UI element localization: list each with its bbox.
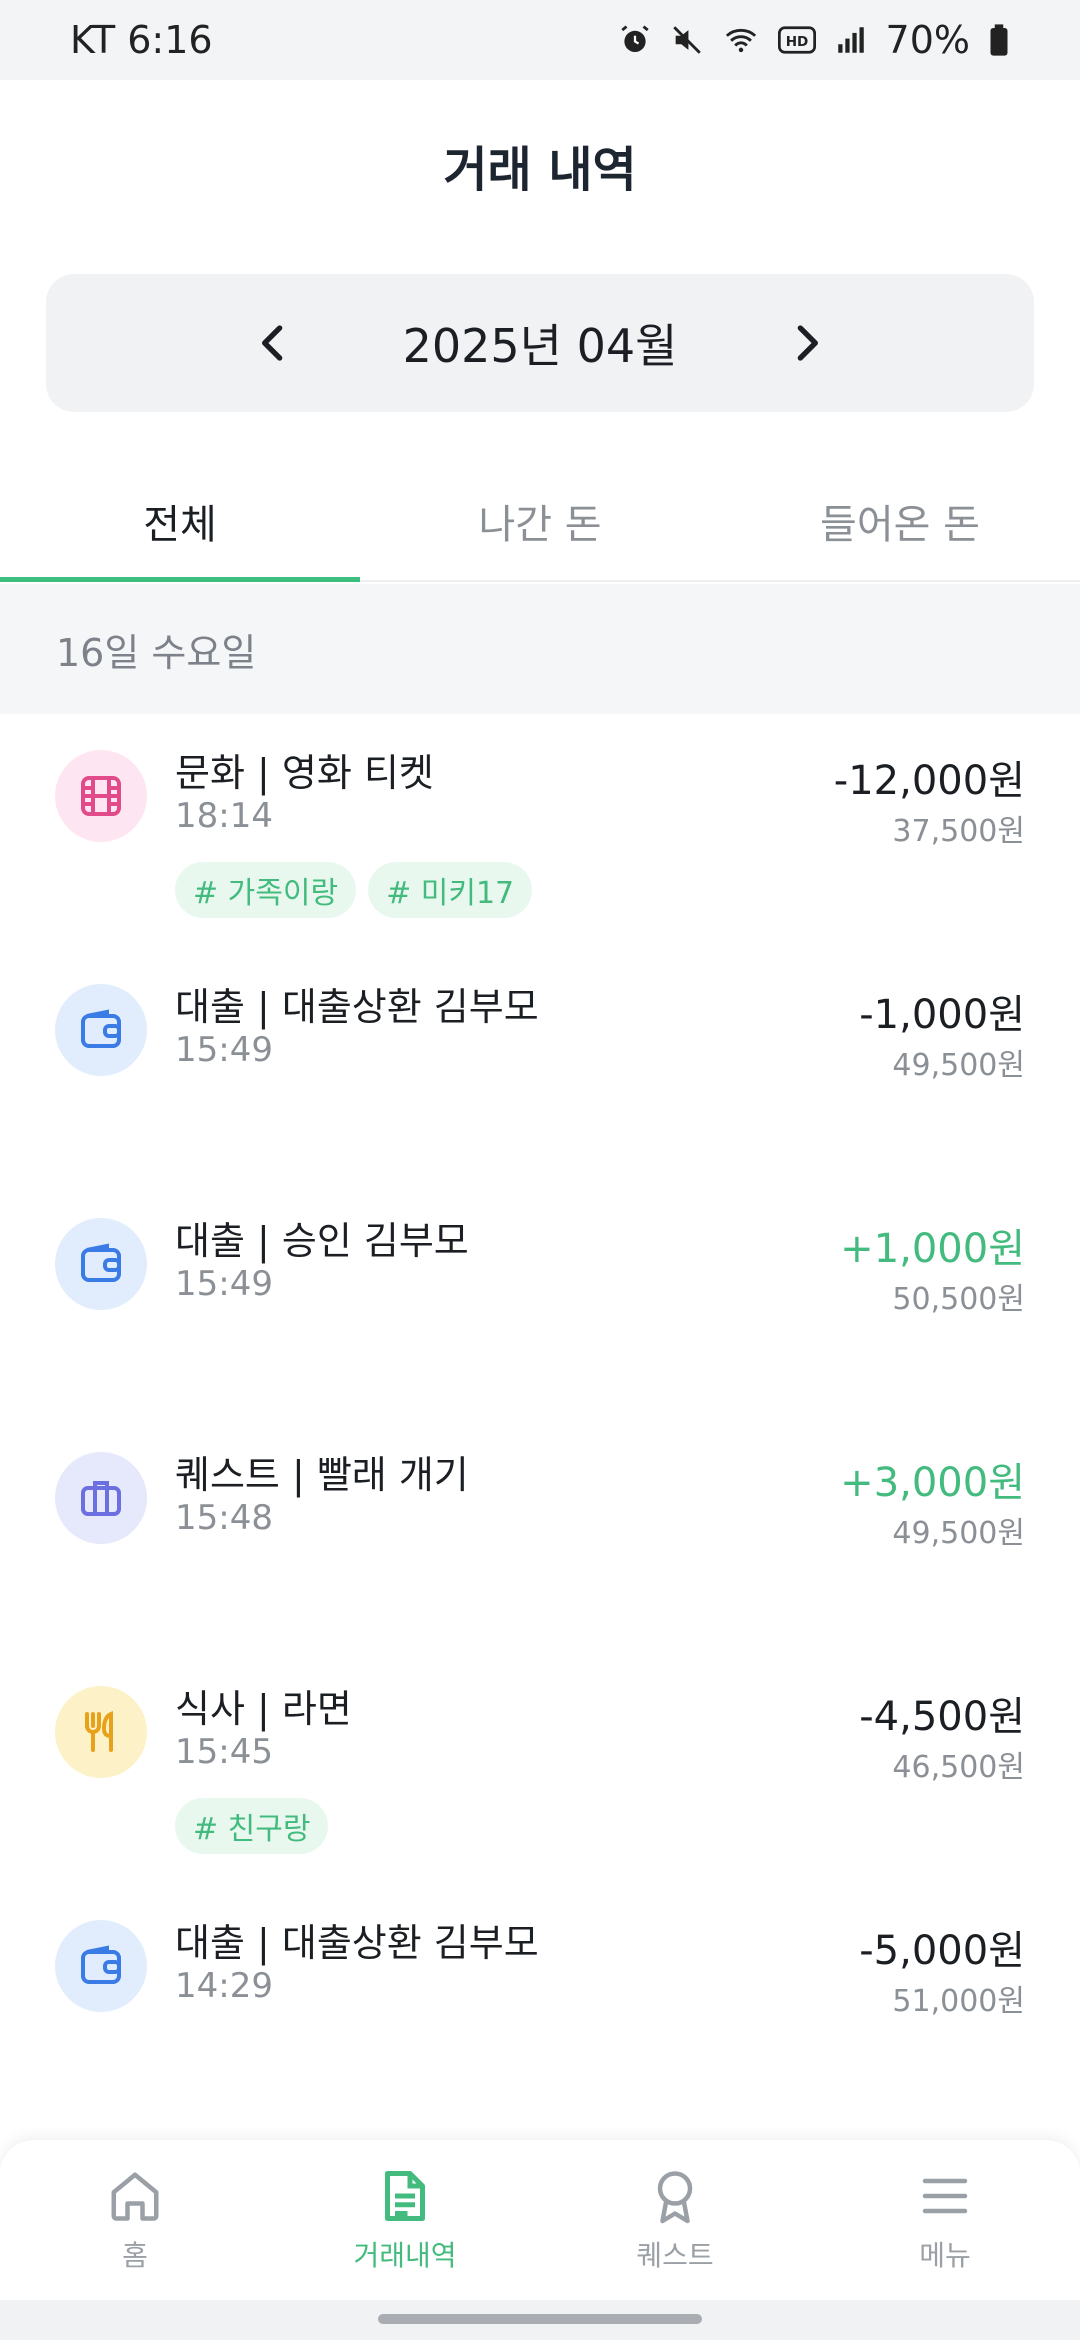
month-label: 2025년 04월	[402, 319, 678, 373]
film-icon	[81, 776, 121, 816]
tag-list: # 친구랑	[175, 1798, 329, 1854]
next-month-button[interactable]	[778, 314, 836, 372]
signal-icon	[837, 27, 864, 53]
transaction-balance: 46,500원	[892, 1750, 1025, 1785]
bottom-nav: 홈 거래내역 퀘스트 메뉴	[0, 2140, 1080, 2300]
chevron-right-icon	[797, 325, 818, 361]
transaction-time: 18:14	[175, 796, 273, 836]
utensils-icon	[85, 1711, 113, 1752]
transaction-item[interactable]: 대출 | 대출상환 김부모 14:29 -5,000원 51,000원	[0, 1884, 1080, 2118]
tab-all[interactable]: 전체	[0, 462, 360, 582]
category-icon-badge	[55, 1920, 147, 2012]
nav-home-label: 홈	[122, 2239, 148, 2272]
transaction-balance: 49,500원	[892, 1048, 1025, 1083]
transaction-item[interactable]: 퀘스트 | 빨래 개기 15:48 +3,000원 49,500원	[0, 1416, 1080, 1650]
chevron-left-icon	[261, 325, 283, 361]
category-icon-badge	[55, 984, 147, 1076]
transaction-title: 대출 | 대출상환 김부모	[175, 985, 539, 1029]
nav-transactions[interactable]: 거래내역	[305, 2166, 505, 2274]
transaction-amount: -1,000원	[859, 992, 1025, 1038]
transaction-balance: 51,000원	[892, 1984, 1025, 2019]
tab-incoming[interactable]: 들어온 돈	[720, 462, 1080, 580]
tag-list: # 가족이랑 # 미키17	[175, 862, 533, 918]
transaction-amount: -4,500원	[859, 1694, 1025, 1740]
wallet-icon	[81, 1243, 121, 1282]
nav-quest-label: 퀘스트	[636, 2239, 714, 2272]
nav-quest[interactable]: 퀘스트	[575, 2166, 775, 2274]
transaction-item[interactable]: 식사 | 라면 15:45 -4,500원 46,500원 # 친구랑	[0, 1650, 1080, 1884]
transaction-amount: -12,000원	[833, 758, 1025, 804]
home-gesture-bar[interactable]	[378, 2314, 702, 2324]
document-icon	[385, 2171, 425, 2221]
transaction-item[interactable]: 대출 | 승인 김부모 15:49 +1,000원 50,500원	[0, 1182, 1080, 1416]
transaction-time: 15:45	[175, 1732, 273, 1772]
alarm-icon	[620, 25, 649, 53]
transaction-time: 15:49	[175, 1264, 273, 1304]
page-title: 거래 내역	[443, 142, 637, 198]
tab-outgoing[interactable]: 나간 돈	[360, 462, 720, 580]
transaction-balance: 37,500원	[892, 814, 1025, 849]
nav-home[interactable]: 홈	[35, 2166, 235, 2274]
hd-icon: HD	[777, 26, 816, 54]
transaction-item[interactable]: 문화 | 영화 티켓 18:14 -12,000원 37,500원 # 가족이랑…	[0, 714, 1080, 948]
svg-text:HD: HD	[785, 34, 808, 50]
category-icon-badge	[55, 1686, 147, 1778]
status-icons: HD 70%	[618, 18, 1010, 62]
nav-transactions-label: 거래내역	[353, 2239, 457, 2272]
month-picker: 2025년 04월	[46, 274, 1034, 412]
transaction-amount: -5,000원	[859, 1928, 1025, 1974]
tag-chip[interactable]: # 미키17	[368, 862, 533, 918]
category-icon-badge	[55, 1452, 147, 1544]
filter-tabs: 전체 나간 돈 들어온 돈	[0, 462, 1080, 582]
wallet-icon	[81, 1009, 121, 1048]
page-header: 거래 내역	[0, 80, 1080, 250]
award-icon	[657, 2171, 693, 2224]
menu-icon	[922, 2178, 968, 2214]
wallet-icon	[81, 1945, 121, 1984]
tag-chip[interactable]: # 친구랑	[175, 1798, 329, 1854]
transaction-title: 대출 | 승인 김부모	[175, 1219, 469, 1263]
transaction-item[interactable]: 대출 | 대출상환 김부모 15:49 -1,000원 49,500원	[0, 948, 1080, 1182]
transaction-title: 퀘스트 | 빨래 개기	[175, 1453, 469, 1497]
category-icon-badge	[55, 1218, 147, 1310]
mute-icon	[672, 26, 701, 54]
battery-percent: 70%	[885, 18, 970, 62]
prev-month-button[interactable]	[244, 314, 302, 372]
transaction-title: 식사 | 라면	[175, 1687, 352, 1731]
transaction-title: 문화 | 영화 티켓	[175, 751, 434, 795]
nav-menu[interactable]: 메뉴	[845, 2166, 1045, 2274]
transaction-time: 15:49	[175, 1030, 273, 1070]
carrier-time: KT 6:16	[70, 18, 213, 62]
transaction-time: 15:48	[175, 1498, 273, 1538]
wifi-icon	[725, 28, 756, 53]
nav-menu-label: 메뉴	[919, 2239, 971, 2272]
transaction-amount: +1,000원	[840, 1226, 1025, 1272]
briefcase-icon	[81, 1481, 121, 1516]
transaction-time: 14:29	[175, 1966, 273, 2006]
transaction-amount: +3,000원	[840, 1460, 1025, 1506]
status-bar: KT 6:16 HD 70%	[0, 0, 1080, 80]
day-header: 16일 수요일	[0, 584, 1080, 714]
battery-icon	[990, 24, 1008, 56]
category-icon-badge	[55, 750, 147, 842]
tag-chip[interactable]: # 가족이랑	[175, 862, 357, 918]
home-icon	[111, 2172, 159, 2221]
transaction-balance: 49,500원	[892, 1516, 1025, 1551]
transaction-title: 대출 | 대출상환 김부모	[175, 1921, 539, 1965]
transaction-balance: 50,500원	[892, 1282, 1025, 1317]
